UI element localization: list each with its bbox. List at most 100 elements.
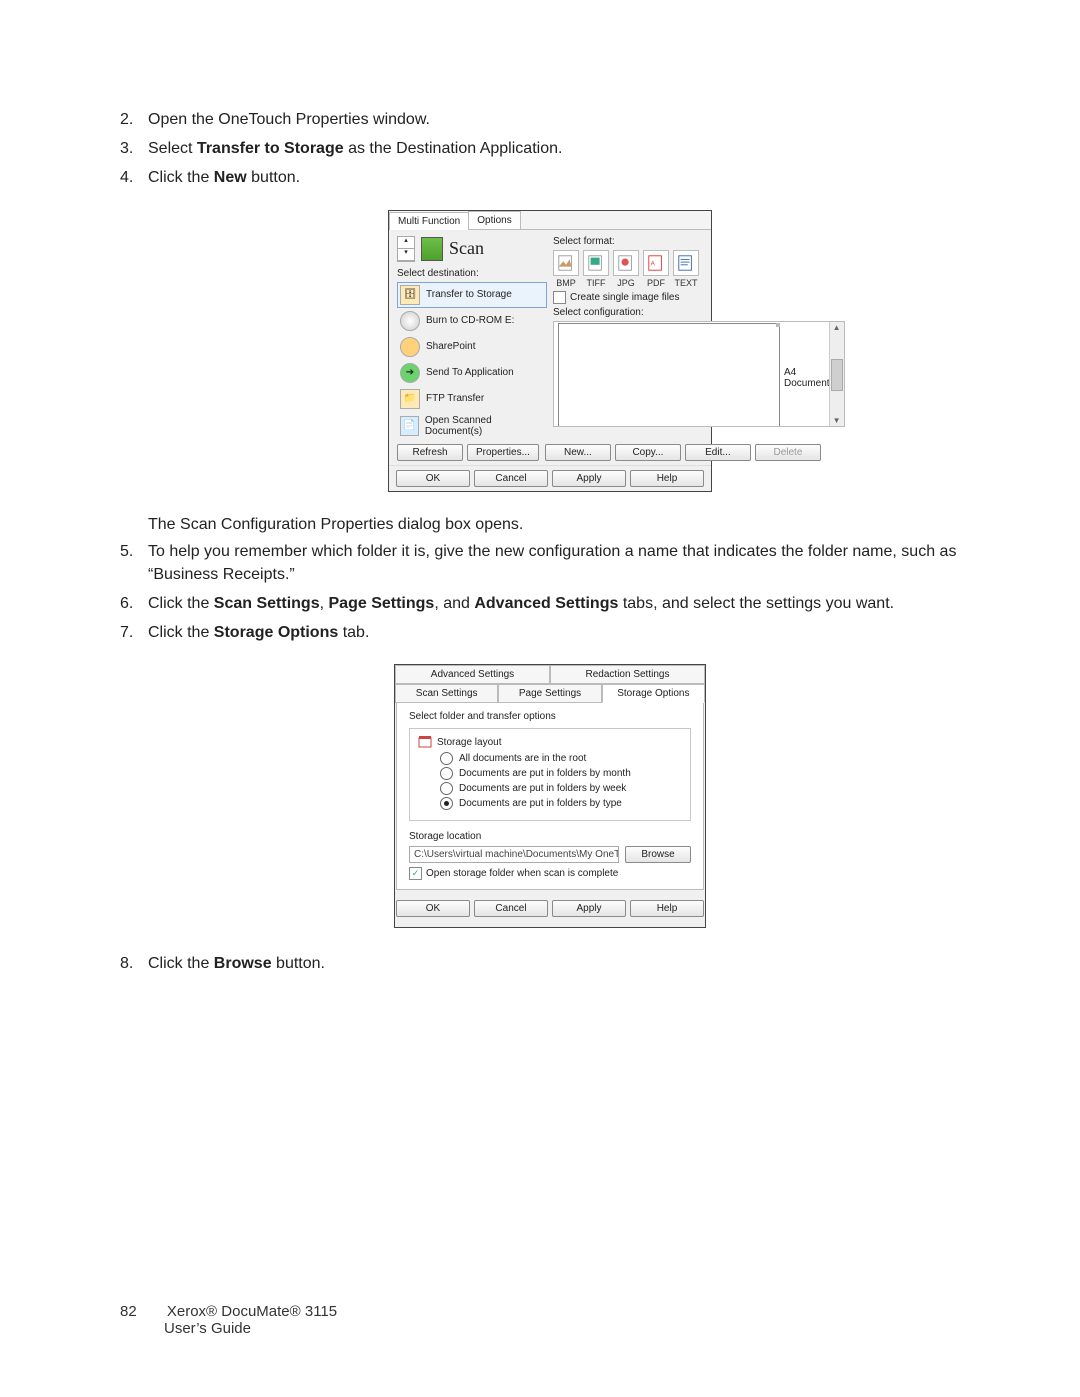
format-tiff-icon[interactable] (583, 250, 609, 276)
refresh-button[interactable]: Refresh (397, 444, 463, 461)
right-column: Select format: A BMP TIFF JPG PDF TEXT (553, 236, 845, 440)
format-bmp-icon[interactable] (553, 250, 579, 276)
tab-options[interactable]: Options (468, 211, 520, 229)
radio-month[interactable]: Documents are put in folders by month (440, 767, 682, 780)
onetouch-properties-dialog: Multi Function Options ▴▾ Scan Select de… (388, 210, 712, 492)
config-scrollbar[interactable]: ▲ ▼ (829, 322, 844, 426)
open-docs-icon: 📄 (400, 416, 419, 436)
edit-button[interactable]: Edit... (685, 444, 751, 461)
radio-icon[interactable] (440, 767, 453, 780)
ok-button[interactable]: OK (396, 470, 470, 487)
config-a4[interactable]: A4 Document (554, 322, 844, 427)
format-labels: BMP TIFF JPG PDF TEXT (553, 278, 845, 288)
radio-type[interactable]: Documents are put in folders by type (440, 797, 682, 810)
tab-redaction-settings[interactable]: Redaction Settings (550, 665, 705, 684)
tab-multi-function[interactable]: Multi Function (389, 212, 469, 230)
step-8: 8. Click the Browse button. (120, 952, 980, 975)
storage-options-dialog: Advanced Settings Redaction Settings Sca… (394, 664, 706, 928)
dialog-tabs: Multi Function Options (389, 211, 711, 230)
radio-icon[interactable] (440, 782, 453, 795)
storage-icon: 🗄 (400, 285, 420, 305)
select-config-label: Select configuration: (553, 307, 845, 318)
apply-button[interactable]: Apply (552, 470, 626, 487)
create-single-checkbox[interactable] (553, 291, 566, 304)
format-text-icon[interactable] (673, 250, 699, 276)
scroll-up-icon[interactable]: ▲ (832, 322, 842, 333)
step-7: 7. Click the Storage Options tab. (120, 621, 980, 644)
step-number: 8. (120, 952, 148, 975)
storage-path-field[interactable]: C:\Users\virtual machine\Documents\My On… (409, 846, 619, 863)
step-2: 2. Open the OneTouch Properties window. (120, 108, 980, 131)
radio-icon[interactable] (440, 752, 453, 765)
storage-location-label: Storage location (409, 831, 691, 842)
browse-button[interactable]: Browse (625, 846, 691, 863)
page-icon (558, 323, 780, 427)
radio-week[interactable]: Documents are put in folders by week (440, 782, 682, 795)
dest-send-to-app[interactable]: ➔ Send To Application (397, 360, 547, 386)
scan-title: Scan (449, 238, 484, 259)
tab-advanced-settings[interactable]: Advanced Settings (395, 665, 550, 684)
format-pdf-icon[interactable]: A (643, 250, 669, 276)
radio-root[interactable]: All documents are in the root (440, 752, 682, 765)
storage-layout-label: Storage layout (437, 737, 502, 748)
tab-scan-settings[interactable]: Scan Settings (395, 684, 498, 703)
radio-icon[interactable] (440, 797, 453, 810)
step-number: 2. (120, 108, 148, 131)
apply-button[interactable]: Apply (552, 900, 626, 917)
cancel-button[interactable]: Cancel (474, 470, 548, 487)
step-number: 3. (120, 137, 148, 160)
dest-ftp[interactable]: 📁 FTP Transfer (397, 386, 547, 412)
page-footer: 82 Xerox® DocuMate® 3115 User’s Guide (120, 1303, 337, 1337)
step-number: 7. (120, 621, 148, 644)
ok-button[interactable]: OK (396, 900, 470, 917)
footer-product: Xerox® DocuMate® 3115 (167, 1303, 337, 1320)
dest-open-scanned[interactable]: 📄 Open Scanned Document(s) (397, 412, 547, 440)
cd-icon (400, 311, 420, 331)
dialog-tabs: Advanced Settings Redaction Settings Sca… (395, 665, 705, 703)
properties-button[interactable]: Properties... (467, 444, 539, 461)
copy-button[interactable]: Copy... (615, 444, 681, 461)
select-folder-label: Select folder and transfer options (409, 711, 556, 722)
step-3: 3. Select Transfer to Storage as the Des… (120, 137, 980, 160)
ftp-icon: 📁 (400, 389, 420, 409)
select-destination-label: Select destination: (397, 268, 547, 279)
select-format-label: Select format: (553, 236, 845, 247)
storage-layout-icon (418, 735, 432, 749)
step-text: Click the New button. (148, 166, 980, 189)
help-button[interactable]: Help (630, 900, 704, 917)
storage-layout-group: Storage layout All documents are in the … (409, 728, 691, 821)
step-text: Click the Browse button. (148, 952, 980, 975)
step-text: To help you remember which folder it is,… (148, 540, 980, 586)
help-button[interactable]: Help (630, 470, 704, 487)
scroll-down-icon[interactable]: ▼ (832, 415, 842, 426)
open-folder-row[interactable]: Open storage folder when scan is complet… (409, 867, 691, 880)
dest-burn-cd[interactable]: Burn to CD-ROM E: (397, 308, 547, 334)
cancel-button[interactable]: Cancel (474, 900, 548, 917)
config-list[interactable]: A4 Document Quality Color Document Color… (553, 321, 845, 427)
tab-storage-options[interactable]: Storage Options (602, 684, 705, 703)
scan-stepper[interactable]: ▴▾ (397, 236, 415, 262)
delete-button[interactable]: Delete (755, 444, 821, 461)
step-4: 4. Click the New button. (120, 166, 980, 189)
step-number: 4. (120, 166, 148, 189)
step-number: 5. (120, 540, 148, 586)
dest-transfer-to-storage[interactable]: 🗄 Transfer to Storage (397, 282, 547, 308)
step-text: Click the Scan Settings, Page Settings, … (148, 592, 980, 615)
scroll-thumb[interactable] (831, 359, 843, 391)
scan-icon (421, 237, 443, 261)
steps-bottom: 8. Click the Browse button. (120, 952, 980, 975)
step-text: Click the Storage Options tab. (148, 621, 980, 644)
dest-sharepoint[interactable]: SharePoint (397, 334, 547, 360)
step-5: 5. To help you remember which folder it … (120, 540, 980, 586)
send-to-app-icon: ➔ (400, 363, 420, 383)
format-icons: A (553, 250, 845, 276)
new-button[interactable]: New... (545, 444, 611, 461)
left-column: ▴▾ Scan Select destination: 🗄 Transfer t… (397, 236, 547, 440)
step-6: 6. Click the Scan Settings, Page Setting… (120, 592, 980, 615)
steps-mid: 5. To help you remember which folder it … (120, 540, 980, 645)
footer-guide: User’s Guide (164, 1320, 251, 1337)
tab-page-settings[interactable]: Page Settings (498, 684, 601, 703)
open-folder-checkbox[interactable] (409, 867, 422, 880)
create-single-row[interactable]: Create single image files (553, 291, 845, 304)
format-jpg-icon[interactable] (613, 250, 639, 276)
